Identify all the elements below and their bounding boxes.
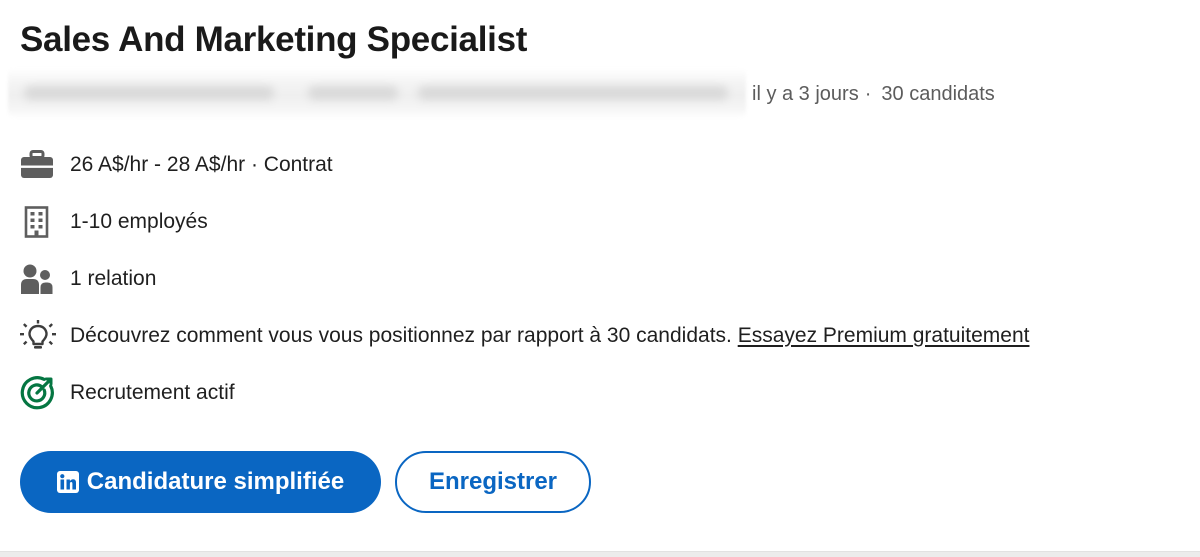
applicant-count: 30 candidats bbox=[881, 83, 995, 105]
job-summary-card: Sales And Marketing Specialist il y a 3 … bbox=[0, 0, 1200, 551]
salary-row: 26 A$/hr - 28 A$/hr · Contrat bbox=[20, 148, 333, 182]
save-label: Enregistrer bbox=[428, 468, 558, 495]
job-meta-text: il y a 3 jours · 30 candidats bbox=[752, 81, 995, 107]
premium-insight-row: Découvrez comment vous vous positionnez … bbox=[20, 319, 1029, 353]
premium-insight-text: Découvrez comment vous vous positionnez … bbox=[70, 322, 1029, 350]
company-size-row: 1-10 employés bbox=[20, 205, 208, 239]
posted-time: il y a 3 jours bbox=[752, 83, 859, 105]
hiring-status-text: Recrutement actif bbox=[70, 381, 235, 404]
easy-apply-button[interactable]: Candidature simplifiée bbox=[20, 451, 381, 513]
job-meta-row: il y a 3 jours · 30 candidats bbox=[0, 68, 1200, 118]
company-size-text: 1-10 employés bbox=[70, 210, 208, 233]
job-title: Sales And Marketing Specialist bbox=[20, 20, 528, 59]
card-bottom-divider bbox=[0, 551, 1200, 557]
company-location-redacted bbox=[8, 68, 746, 118]
premium-prompt: Découvrez comment vous vous positionnez … bbox=[70, 324, 732, 347]
try-premium-link[interactable]: Essayez Premium gratuitement bbox=[738, 324, 1030, 347]
lightbulb-icon bbox=[20, 319, 56, 353]
easy-apply-label: Candidature simplifiée bbox=[86, 468, 345, 495]
meta-separator: · bbox=[864, 83, 872, 105]
hiring-status-row: Recrutement actif bbox=[20, 376, 235, 410]
salary-text: 26 A$/hr - 28 A$/hr · Contrat bbox=[70, 153, 333, 176]
target-icon bbox=[20, 376, 56, 410]
connections-row: 1 relation bbox=[20, 262, 156, 296]
building-icon bbox=[20, 205, 56, 239]
connections-text: 1 relation bbox=[70, 267, 157, 290]
linkedin-logo-icon bbox=[56, 471, 79, 493]
people-icon bbox=[20, 262, 56, 296]
save-job-button[interactable]: Enregistrer bbox=[395, 451, 591, 513]
briefcase-icon bbox=[20, 148, 56, 182]
